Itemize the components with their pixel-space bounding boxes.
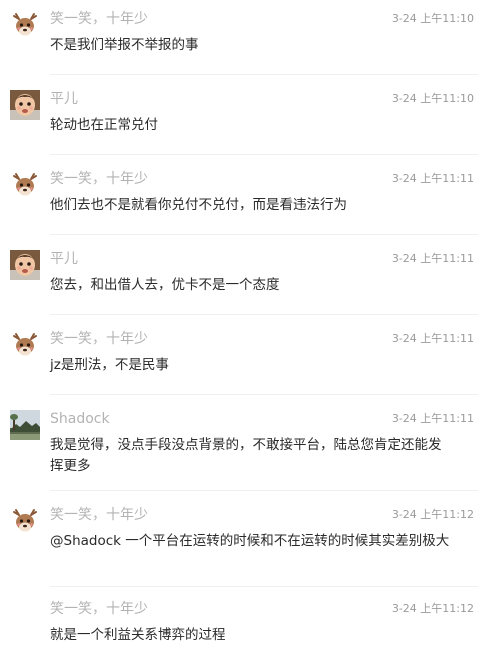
sender-name[interactable]: 平儿 bbox=[50, 90, 78, 108]
message-timestamp: 3-24 上午11:11 bbox=[391, 332, 474, 345]
divider bbox=[50, 234, 478, 235]
message-timestamp: 3-24 上午11:11 bbox=[391, 172, 474, 185]
sender-name[interactable]: 笑一笑，十年少 bbox=[50, 170, 148, 188]
message-timestamp: 3-24 上午11:12 bbox=[391, 602, 474, 615]
message-text: 我是觉得，没点手段没点背景的，不敢接平台，陆总您肯定还能发挥更多 bbox=[50, 437, 442, 474]
message-timestamp: 3-24 上午11:12 bbox=[391, 508, 474, 521]
divider bbox=[50, 154, 478, 155]
sender-name[interactable]: Shadock bbox=[50, 410, 110, 428]
deer-avatar-icon[interactable] bbox=[10, 10, 40, 40]
message-text: 您去，和出借人去，优卡不是一个态度 bbox=[50, 277, 280, 293]
message-text: 他们去也不是就看你兑付不兑付，而是看违法行为 bbox=[50, 197, 347, 213]
deer-avatar-icon[interactable] bbox=[10, 170, 40, 200]
divider bbox=[50, 394, 478, 395]
deer-avatar-icon[interactable] bbox=[10, 506, 40, 536]
chat-message: 笑一笑，十年少 3-24 上午11:11 jz是刑法，不是民事 bbox=[0, 330, 496, 400]
message-text: 轮动也在正常兑付 bbox=[50, 117, 158, 133]
message-timestamp: 3-24 上午11:10 bbox=[391, 92, 474, 105]
baby-avatar-icon[interactable] bbox=[10, 250, 40, 280]
chat-feed: 笑一笑，十年少 3-24 上午11:10 不是我们举报不举报的事 平儿 3-24… bbox=[0, 0, 496, 654]
chat-message: 平儿 3-24 上午11:10 轮动也在正常兑付 bbox=[0, 90, 496, 160]
sender-name[interactable]: 笑一笑，十年少 bbox=[50, 506, 148, 524]
deer-avatar-icon[interactable] bbox=[10, 330, 40, 360]
sender-name[interactable]: 笑一笑，十年少 bbox=[50, 10, 148, 28]
baby-avatar-icon[interactable] bbox=[10, 90, 40, 120]
chat-message: 笑一笑，十年少 3-24 上午11:12 就是一个利益关系博弈的过程 bbox=[0, 600, 496, 654]
divider bbox=[50, 74, 478, 75]
divider bbox=[50, 490, 478, 491]
message-timestamp: 3-24 上午11:10 bbox=[391, 12, 474, 25]
message-text: 不是我们举报不举报的事 bbox=[50, 37, 199, 53]
sender-name[interactable]: 平儿 bbox=[50, 250, 78, 268]
divider bbox=[50, 586, 478, 587]
message-timestamp: 3-24 上午11:11 bbox=[391, 252, 474, 265]
divider bbox=[50, 314, 478, 315]
sender-name[interactable]: 笑一笑，十年少 bbox=[50, 330, 148, 348]
chat-message: Shadock 3-24 上午11:11 我是觉得，没点手段没点背景的，不敢接平… bbox=[0, 410, 496, 490]
message-text: jz是刑法，不是民事 bbox=[50, 357, 169, 373]
message-timestamp: 3-24 上午11:11 bbox=[391, 412, 474, 425]
message-text: 就是一个利益关系博弈的过程 bbox=[50, 627, 226, 643]
chat-message: 平儿 3-24 上午11:11 您去，和出借人去，优卡不是一个态度 bbox=[0, 250, 496, 320]
message-text: @Shadock 一个平台在运转的时候和不在运转的时候其实差别极大 bbox=[50, 533, 450, 549]
chat-message: 笑一笑，十年少 3-24 上午11:10 不是我们举报不举报的事 bbox=[0, 10, 496, 80]
chat-message: 笑一笑，十年少 3-24 上午11:11 他们去也不是就看你兑付不兑付，而是看违… bbox=[0, 170, 496, 240]
chat-message: 笑一笑，十年少 3-24 上午11:12 @Shadock 一个平台在运转的时候… bbox=[0, 506, 496, 586]
landscape-avatar-icon[interactable] bbox=[10, 410, 40, 440]
sender-name[interactable]: 笑一笑，十年少 bbox=[50, 600, 148, 618]
